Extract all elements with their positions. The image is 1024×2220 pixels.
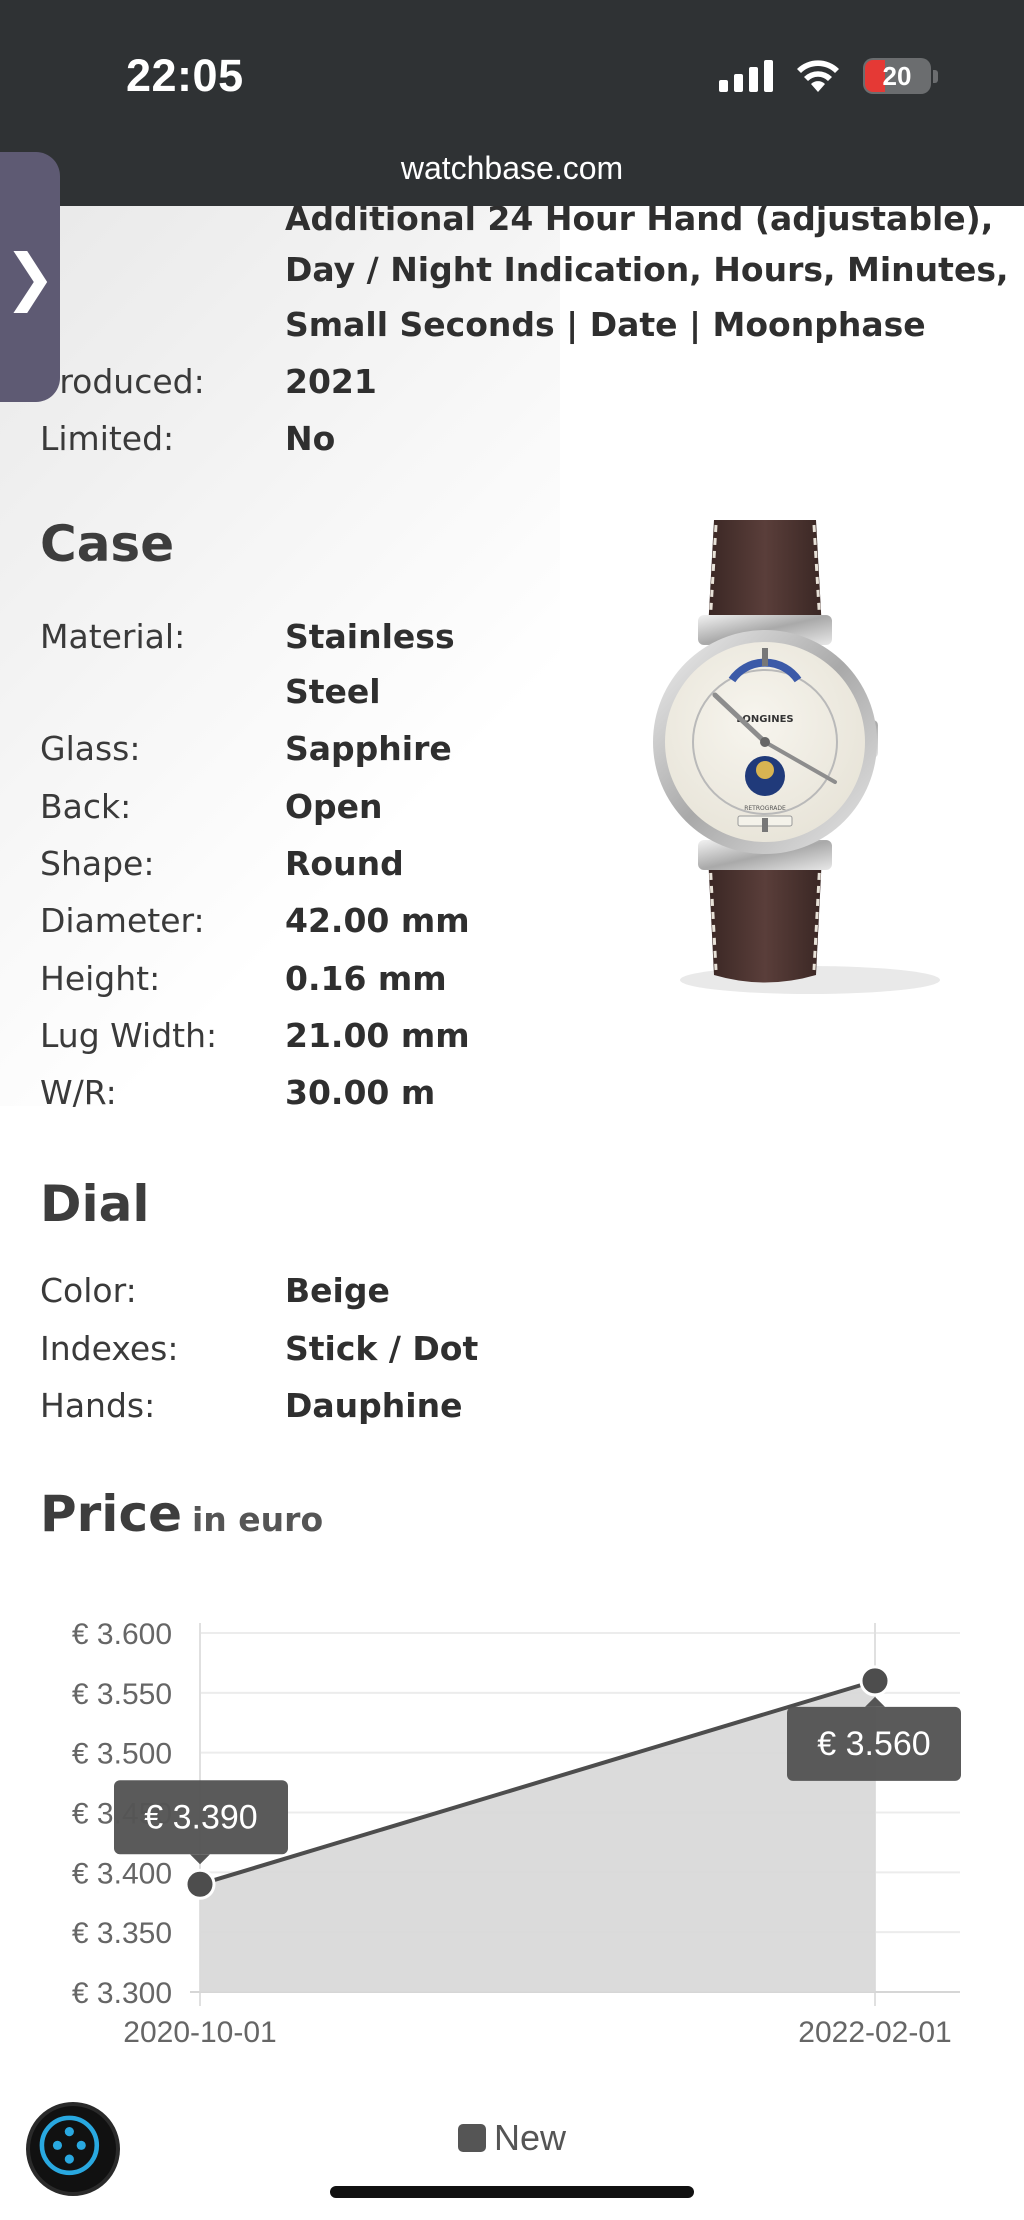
status-time: 22:05 <box>126 50 244 101</box>
data-label: € 3.390 <box>144 1798 257 1836</box>
svg-text:RETROGRADE: RETROGRADE <box>744 805 786 812</box>
y-tick-label: € 3.500 <box>72 1738 172 1771</box>
chevron-right-icon: ❯ <box>4 240 56 313</box>
x-tick-label: 2022-02-01 <box>798 2016 951 2049</box>
y-tick-label: € 3.550 <box>72 1678 172 1711</box>
data-point <box>184 1868 216 1900</box>
battery-level: 20 <box>882 61 912 91</box>
address-bar-url[interactable]: watchbase.com <box>0 150 1024 187</box>
browser-top-bar: 22:05 20 watchbase.com <box>0 0 1024 206</box>
section-title-case: Case <box>40 515 175 573</box>
legend-label-new: New <box>493 2117 567 2158</box>
home-indicator[interactable] <box>330 2186 694 2198</box>
section-title-price: Price in euro <box>40 1485 323 1543</box>
y-tick-label: € 3.300 <box>72 1977 172 2010</box>
y-tick-label: € 3.600 <box>72 1618 172 1651</box>
cellular-signal-icon <box>719 60 773 92</box>
tooltip-arrow <box>190 1854 210 1865</box>
price-chart: € 3.600€ 3.550€ 3.500€ 3.450€ 3.400€ 3.3… <box>72 1618 961 2049</box>
price-title: Price <box>40 1485 182 1543</box>
side-drawer-toggle[interactable]: ❯ <box>0 152 60 402</box>
y-tick-label: € 3.400 <box>72 1857 172 1890</box>
price-subtitle: in euro <box>192 1500 324 1539</box>
chart-legend[interactable]: New <box>0 2117 1024 2159</box>
status-icons: 20 <box>719 56 938 96</box>
x-tick-label: 2020-10-01 <box>123 2016 276 2049</box>
data-point <box>859 1665 891 1697</box>
wifi-icon <box>797 60 839 92</box>
data-label: € 3.560 <box>817 1725 930 1763</box>
section-title-dial: Dial <box>40 1175 150 1233</box>
legend-swatch-new <box>457 2124 486 2152</box>
watch-image[interactable]: LONGINES RETROGRADE <box>640 520 940 1020</box>
battery-nub <box>933 69 938 83</box>
battery-icon: 20 <box>863 58 931 94</box>
series-area-new <box>200 1680 875 1992</box>
y-tick-label: € 3.350 <box>72 1917 172 1950</box>
